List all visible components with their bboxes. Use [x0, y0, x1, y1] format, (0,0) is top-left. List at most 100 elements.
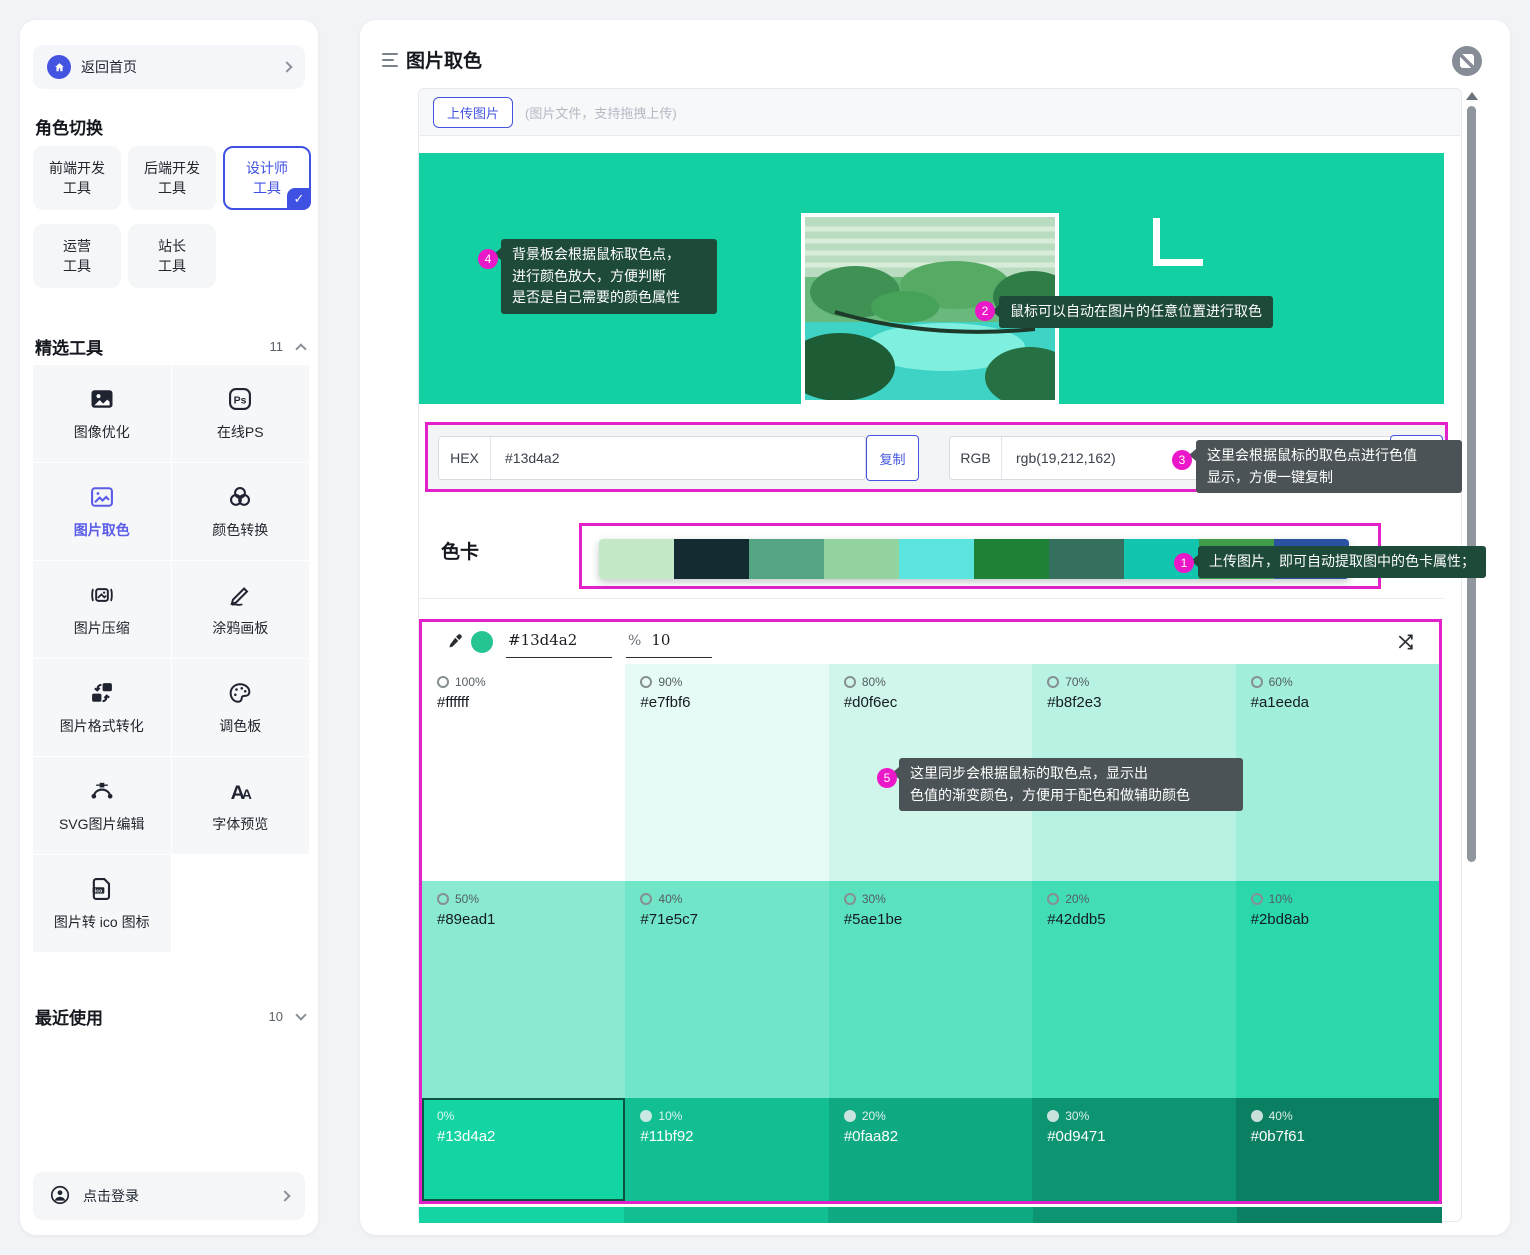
tint-cell[interactable]: 50%#89ead1: [422, 881, 625, 1098]
scrollbar-thumb[interactable]: [1467, 106, 1476, 862]
radio-icon: [640, 676, 652, 688]
palette-swatch[interactable]: [599, 539, 674, 579]
shade-cell[interactable]: 30%#0d9471: [1032, 1098, 1235, 1201]
color-pick-canvas[interactable]: 4 背景板会根据鼠标取色点， 进行颜色放大，方便判断 是否是自己需要的颜色属性 …: [419, 153, 1444, 404]
recent-count: 10: [269, 1009, 283, 1024]
collapse-down-icon[interactable]: [295, 1009, 306, 1020]
annotation-badge-4: 4: [478, 249, 498, 269]
tint-cell[interactable]: 20%#42ddb5: [1032, 881, 1235, 1098]
palette-swatch[interactable]: [749, 539, 824, 579]
tint-cell[interactable]: 40%#71e5c7: [625, 881, 828, 1098]
featured-count: 11: [270, 339, 284, 354]
tool-svg-edit[interactable]: SVG图片编辑: [33, 757, 171, 854]
role-button-webmaster[interactable]: 站长工具: [128, 224, 216, 288]
gradient-hex-input[interactable]: #13d4a2: [506, 629, 612, 658]
tool-doodle-board[interactable]: 涂鸦画板: [172, 561, 310, 658]
copy-hex-button[interactable]: 复制: [866, 435, 919, 481]
section-divider: [419, 598, 1444, 599]
tint-cell[interactable]: 90%#e7fbf6: [625, 664, 828, 881]
radio-icon: [1047, 893, 1059, 905]
tool-font-preview[interactable]: AA 字体预览: [172, 757, 310, 854]
percent-icon: %: [628, 633, 641, 649]
tool-content: 上传图片 (图片文件，支持拖拽上传): [418, 88, 1462, 1222]
role-button-frontend[interactable]: 前端开发工具: [33, 146, 121, 210]
collapse-up-icon[interactable]: [295, 343, 306, 354]
role-button-designer[interactable]: 设计师工具 ✓: [223, 146, 311, 210]
tool-color-convert[interactable]: 颜色转换: [172, 463, 310, 560]
tool-image-format-convert[interactable]: 图片格式转化: [33, 659, 171, 756]
tool-image-optimize[interactable]: 图像优化: [33, 365, 171, 462]
main-panel: 图片取色 上传图片 (图片文件，支持拖拽上传): [360, 20, 1510, 1235]
shade-cell[interactable]: 40%#0b7f61: [1236, 1098, 1439, 1201]
tool-image-color-picker[interactable]: 图片取色: [33, 463, 171, 560]
upload-image-button[interactable]: 上传图片: [433, 97, 513, 128]
role-section-title: 角色切换: [35, 114, 103, 139]
annotation-badge-5: 5: [877, 768, 897, 788]
role-switcher: 前端开发工具 后端开发工具 设计师工具 ✓ 运营工具 站长工具: [33, 146, 311, 288]
radio-icon: [844, 676, 856, 688]
tint-row-2: 50%#89ead1 40%#71e5c7 30%#5ae1be 20%#42d…: [422, 881, 1439, 1098]
user-icon: [49, 1184, 71, 1209]
radio-icon: [1251, 676, 1263, 688]
annotation-tooltip-4: 背景板会根据鼠标取色点， 进行颜色放大，方便判断 是否是自己需要的颜色属性: [501, 239, 717, 314]
palette-swatch[interactable]: [899, 539, 974, 579]
annotation-tooltip-3: 这里会根据鼠标的取色点进行色值 显示，方便一键复制: [1196, 440, 1462, 493]
palette-swatch[interactable]: [974, 539, 1049, 579]
eyedropper-icon[interactable]: [446, 632, 464, 655]
shuffle-icon[interactable]: [1396, 632, 1416, 657]
shade-cell-selected[interactable]: 0%#13d4a2: [422, 1098, 625, 1201]
pen-icon: [226, 581, 254, 609]
palette-icon: [226, 679, 254, 707]
annotation-tooltip-1: 上传图片，即可自动提取图中的色卡属性；: [1198, 546, 1486, 578]
radio-icon: [1047, 1110, 1059, 1122]
current-color-swatch[interactable]: [471, 631, 493, 653]
shade-cell[interactable]: 20%#0faa82: [829, 1098, 1032, 1201]
svg-text:ico: ico: [95, 889, 102, 895]
menu-icon[interactable]: [382, 53, 400, 67]
radio-icon: [640, 893, 652, 905]
chevron-right-icon: [279, 1190, 290, 1201]
palette-swatch[interactable]: [674, 539, 749, 579]
gradient-toolbar: #13d4a2 %10: [422, 622, 1439, 664]
shade-row: 0%#13d4a2 10%#11bf92 20%#0faa82 30%#0d94…: [422, 1098, 1439, 1201]
tint-cell[interactable]: 30%#5ae1be: [829, 881, 1032, 1098]
bezier-curve-icon: [88, 777, 116, 805]
color-value-annotation-box: HEX 复制 RGB 复制 3 这里会根据鼠标的取色点进行色值 显示，方便一键复…: [425, 422, 1448, 492]
palette-swatch[interactable]: [1049, 539, 1124, 579]
back-home-button[interactable]: 返回首页: [33, 45, 305, 89]
chevron-right-icon: [281, 61, 292, 72]
tint-cell[interactable]: 60%#a1eeda: [1236, 664, 1439, 881]
tool-image-to-ico[interactable]: ico 图片转 ico 图标: [33, 855, 171, 952]
radio-icon: [1251, 893, 1263, 905]
shade-cell[interactable]: 10%#11bf92: [625, 1098, 828, 1201]
scrollbar-up-arrow[interactable]: [1466, 92, 1478, 100]
gradient-step-input[interactable]: %10: [626, 629, 712, 658]
role-button-backend[interactable]: 后端开发工具: [128, 146, 216, 210]
tool-online-ps[interactable]: Ps 在线PS: [172, 365, 310, 462]
image-icon: [88, 385, 116, 413]
tint-cell[interactable]: 10%#2bd8ab: [1236, 881, 1439, 1098]
annotation-tooltip-5: 这里同步会根据鼠标的取色点，显示出 色值的渐变颜色，方便用于配色和做辅助颜色: [899, 758, 1243, 811]
hex-label: HEX: [439, 437, 491, 479]
palette-label: 色卡: [441, 537, 479, 564]
radio-icon: [437, 893, 449, 905]
hex-input[interactable]: [491, 437, 865, 479]
radio-icon: [844, 1110, 856, 1122]
radio-icon: [844, 893, 856, 905]
annotation-badge-3: 3: [1172, 450, 1192, 470]
annotation-badge-2: 2: [975, 301, 995, 321]
image-compress-icon: [88, 581, 116, 609]
ps-icon: Ps: [226, 385, 254, 413]
annotation-badge-1: 1: [1174, 553, 1194, 573]
palette-swatch[interactable]: [824, 539, 899, 579]
tool-image-compress[interactable]: 图片压缩: [33, 561, 171, 658]
role-button-operation[interactable]: 运营工具: [33, 224, 121, 288]
sidebar: 返回首页 角色切换 前端开发工具 后端开发工具 设计师工具 ✓ 运营工具 站长工…: [20, 20, 318, 1235]
login-button[interactable]: 点击登录: [33, 1172, 305, 1220]
tint-cell[interactable]: 100%#ffffff: [422, 664, 625, 881]
block-element-icon[interactable]: [1452, 46, 1482, 76]
radio-icon: [1251, 1110, 1263, 1122]
back-home-label: 返回首页: [81, 57, 137, 77]
gradient-panel: #13d4a2 %10 100%#ffffff 90%#e7fbf6 80%#d…: [419, 619, 1442, 1204]
tool-palette[interactable]: 调色板: [172, 659, 310, 756]
